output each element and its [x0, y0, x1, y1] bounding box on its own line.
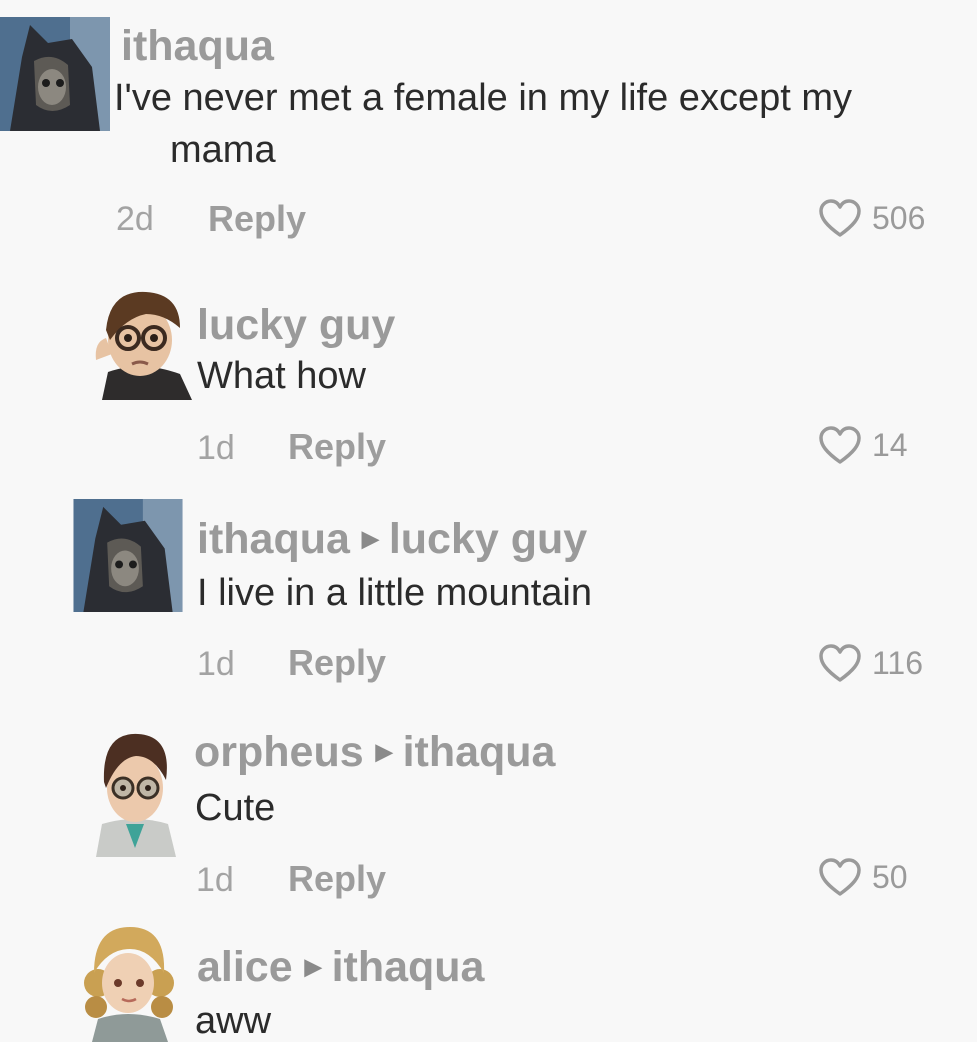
like-count: 14	[872, 427, 908, 463]
curly-hair-character-avatar-icon	[80, 921, 177, 1042]
avatar[interactable]	[0, 17, 110, 131]
heart-outline-icon	[819, 426, 861, 464]
glasses-character-avatar-icon	[88, 284, 196, 400]
reply-to-username: lucky guy	[388, 515, 588, 563]
like-button[interactable]: 50	[818, 857, 908, 897]
avatar[interactable]	[71, 499, 185, 612]
comment-username[interactable]: orpheus ▶ ithaqua	[194, 731, 555, 774]
hooded-figure-avatar-icon	[73, 499, 183, 612]
triangle-right-icon: ▶	[304, 954, 322, 979]
reply-to-username: ithaqua	[402, 728, 556, 776]
like-count: 506	[872, 200, 926, 236]
like-count: 50	[872, 859, 908, 895]
like-button[interactable]: 116	[818, 643, 923, 683]
comment-text: Cute	[195, 787, 276, 829]
avatar[interactable]	[80, 921, 177, 1042]
comment-username[interactable]: lucky guy	[197, 304, 395, 347]
heart-outline-icon	[819, 644, 861, 682]
comment-age: 1d	[197, 645, 235, 683]
reply-button[interactable]: Reply	[288, 429, 386, 465]
comment-text: What how	[197, 355, 366, 397]
like-button[interactable]: 506	[818, 198, 925, 238]
reply-to-username: ithaqua	[331, 943, 485, 991]
avatar[interactable]	[88, 284, 196, 400]
comment-text: I live in a little mountain	[197, 572, 592, 614]
comment-age: 1d	[197, 429, 235, 467]
comment-username[interactable]: alice ▶ ithaqua	[197, 946, 484, 989]
comment-text: I've never met a female in my life excep…	[114, 77, 852, 119]
hooded-figure-avatar-icon	[0, 17, 110, 131]
avatar[interactable]	[92, 726, 178, 857]
comment-text: aww	[195, 1000, 272, 1042]
comment-text-continued: mama	[170, 129, 276, 171]
like-button[interactable]: 14	[818, 425, 908, 465]
goggles-character-avatar-icon	[92, 726, 178, 857]
comment-username[interactable]: ithaqua	[121, 25, 274, 68]
triangle-right-icon: ▶	[375, 739, 393, 764]
triangle-right-icon: ▶	[361, 526, 379, 551]
comment-age: 1d	[196, 861, 234, 899]
reply-button[interactable]: Reply	[208, 201, 306, 237]
reply-button[interactable]: Reply	[288, 645, 386, 681]
heart-outline-icon	[819, 858, 861, 896]
comment-username[interactable]: ithaqua ▶ lucky guy	[197, 518, 587, 561]
like-count: 116	[872, 645, 924, 681]
comment-age: 2d	[116, 200, 154, 238]
heart-outline-icon	[819, 199, 861, 237]
reply-button[interactable]: Reply	[288, 861, 386, 897]
